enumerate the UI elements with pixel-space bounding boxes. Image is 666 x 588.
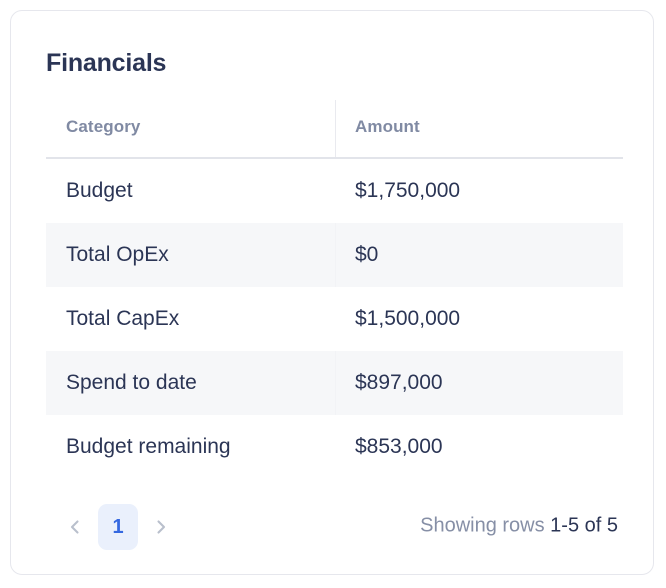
cell-category: Total OpEx bbox=[66, 243, 169, 266]
table-row: Budget remaining $853,000 bbox=[46, 415, 623, 479]
table-row: Total CapEx $1,500,000 bbox=[46, 287, 623, 351]
table-footer: 1 Showing rows 1-5 of 5 bbox=[46, 492, 623, 560]
page-button-1[interactable]: 1 bbox=[98, 504, 138, 550]
cell-amount: $1,500,000 bbox=[355, 307, 461, 330]
column-header-amount[interactable]: Amount bbox=[355, 117, 420, 137]
cell-amount: $897,000 bbox=[355, 371, 443, 394]
column-seam bbox=[335, 351, 336, 415]
previous-page-button[interactable] bbox=[58, 510, 92, 544]
page-title: Financials bbox=[46, 49, 167, 77]
chevron-right-icon bbox=[151, 517, 171, 537]
table-row: Budget $1,750,000 bbox=[46, 159, 623, 223]
chevron-left-icon bbox=[65, 517, 85, 537]
table-row: Total OpEx $0 bbox=[46, 223, 623, 287]
financials-table: Category Amount Budget $1,750,000 Total … bbox=[46, 97, 623, 479]
rows-info: Showing rows 1-5 of 5 bbox=[420, 515, 618, 538]
rows-info-label: Showing rows bbox=[420, 514, 551, 537]
cell-category: Spend to date bbox=[66, 371, 197, 394]
table-row: Spend to date $897,000 bbox=[46, 351, 623, 415]
financials-card: Financials Category Amount Budget $1,750… bbox=[10, 10, 654, 575]
pagination: 1 bbox=[58, 504, 178, 550]
table-header-row: Category Amount bbox=[46, 97, 623, 159]
cell-amount: $1,750,000 bbox=[355, 179, 461, 202]
next-page-button[interactable] bbox=[144, 510, 178, 544]
cell-category: Budget bbox=[66, 179, 133, 202]
rows-info-range: 1-5 of 5 bbox=[550, 514, 618, 537]
cell-category: Budget remaining bbox=[66, 435, 231, 458]
column-divider bbox=[335, 100, 336, 157]
column-seam bbox=[335, 223, 336, 287]
cell-amount: $853,000 bbox=[355, 435, 443, 458]
column-header-category[interactable]: Category bbox=[66, 117, 141, 137]
cell-category: Total CapEx bbox=[66, 307, 180, 330]
cell-amount: $0 bbox=[355, 243, 379, 266]
